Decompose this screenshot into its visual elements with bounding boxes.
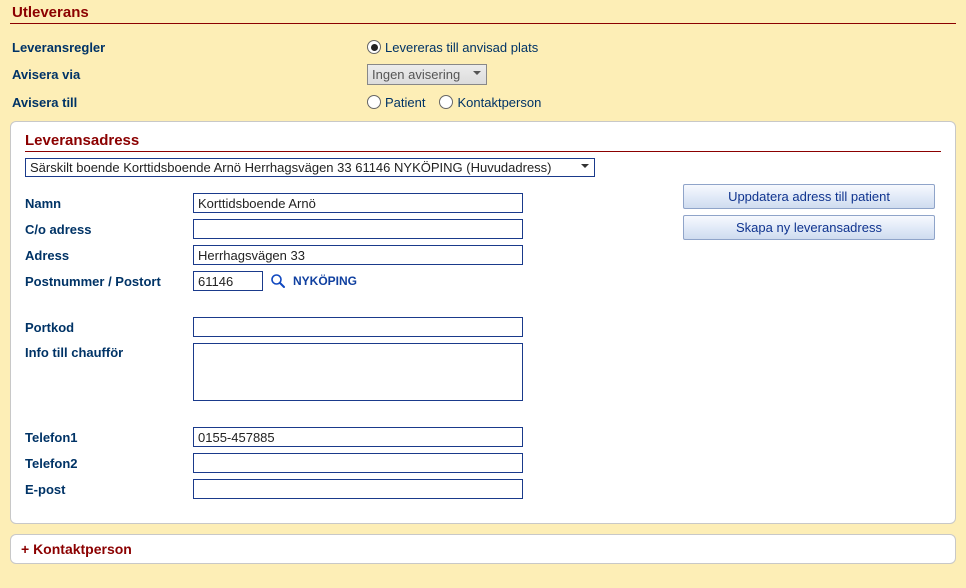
namn-input[interactable]: [193, 193, 523, 213]
label-leveransregler: Leveransregler: [12, 40, 367, 55]
postnummer-input[interactable]: [193, 271, 263, 291]
radio-label: Kontaktperson: [457, 95, 541, 110]
select-value: Ingen avisering: [372, 67, 460, 82]
select-value: Särskilt boende Korttidsboende Arnö Herr…: [30, 160, 552, 175]
radio-anvisad-plats[interactable]: Levereras till anvisad plats: [367, 40, 538, 55]
label-tel2: Telefon2: [25, 456, 185, 471]
radio-patient[interactable]: Patient: [367, 95, 425, 110]
label-adress: Adress: [25, 248, 185, 263]
label-post: Postnummer / Postort: [25, 274, 185, 289]
adress-input[interactable]: [193, 245, 523, 265]
section-title: Utleverans: [10, 0, 956, 24]
panel-title: Leveransadress: [25, 132, 941, 152]
radio-label: Levereras till anvisad plats: [385, 40, 538, 55]
label-tel1: Telefon1: [25, 430, 185, 445]
radio-kontaktperson[interactable]: Kontaktperson: [439, 95, 541, 110]
update-address-button[interactable]: Uppdatera adress till patient: [683, 184, 935, 209]
chevron-down-icon: [580, 161, 590, 174]
label-portkod: Portkod: [25, 320, 185, 335]
portkod-input[interactable]: [193, 317, 523, 337]
select-leveransadress[interactable]: Särskilt boende Korttidsboende Arnö Herr…: [25, 158, 595, 177]
kontaktperson-title: + Kontaktperson: [21, 541, 132, 557]
radio-icon: [367, 40, 381, 54]
info-chauffor-textarea[interactable]: [193, 343, 523, 401]
telefon2-input[interactable]: [193, 453, 523, 473]
label-co: C/o adress: [25, 222, 185, 237]
radio-icon: [367, 95, 381, 109]
epost-input[interactable]: [193, 479, 523, 499]
telefon1-input[interactable]: [193, 427, 523, 447]
kontaktperson-expander[interactable]: + Kontaktperson: [10, 534, 956, 564]
label-epost: E-post: [25, 482, 185, 497]
radio-label: Patient: [385, 95, 425, 110]
co-input[interactable]: [193, 219, 523, 239]
create-address-button[interactable]: Skapa ny leveransadress: [683, 215, 935, 240]
label-namn: Namn: [25, 196, 185, 211]
search-icon[interactable]: [269, 272, 287, 290]
postort-text: NYKÖPING: [293, 274, 357, 288]
label-avisera-via: Avisera via: [12, 67, 367, 82]
label-info: Info till chaufför: [25, 343, 185, 360]
chevron-down-icon: [472, 68, 482, 81]
label-avisera-till: Avisera till: [12, 95, 367, 110]
select-avisera-via[interactable]: Ingen avisering: [367, 64, 487, 85]
panel-leveransadress: Leveransadress Särskilt boende Korttidsb…: [10, 121, 956, 524]
radio-icon: [439, 95, 453, 109]
